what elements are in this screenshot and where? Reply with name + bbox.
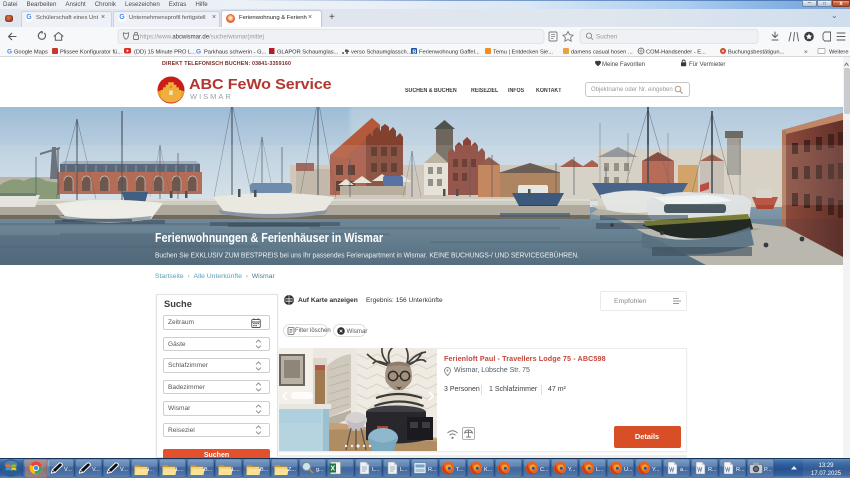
svg-text:GLAPOR Schaumglas...: GLAPOR Schaumglas... <box>277 50 339 56</box>
svg-text:Y...: Y... <box>568 467 576 473</box>
svg-text:g...: g... <box>316 467 324 473</box>
svg-text:C...: C... <box>540 467 549 473</box>
svg-text:Z...: Z... <box>288 467 296 473</box>
svg-text:R...: R... <box>736 467 745 473</box>
svg-text:(DD) 15 Minute PRO L...: (DD) 15 Minute PRO L... <box>134 50 196 56</box>
svg-text:T...: T... <box>456 467 464 473</box>
svg-text:Ferienwohnungen & Ferienhäuser: Ferienwohnungen & Ferienhäuser in Wismar <box>155 230 383 245</box>
svg-text:L...: L... <box>400 467 408 473</box>
svg-text:Für Vermieter: Für Vermieter <box>689 62 725 68</box>
svg-text:V...: V... <box>120 467 128 473</box>
svg-text:G: G <box>7 49 12 56</box>
svg-text:a...: a... <box>680 467 688 473</box>
svg-text:Meine Favoriten: Meine Favoriten <box>602 62 645 68</box>
svg-text:L...: L... <box>372 467 380 473</box>
svg-text:Buchen Sie EXKLUSIV ZUM BESTPR: Buchen Sie EXKLUSIV ZUM BESTPREIS bei un… <box>155 252 579 260</box>
svg-text:B...: B... <box>260 467 269 473</box>
svg-text:damens casual hosen ...: damens casual hosen ... <box>571 50 633 56</box>
svg-text:V...: V... <box>64 467 72 473</box>
svg-text:Suchen: Suchen <box>596 34 618 41</box>
svg-text:Weitere Lesezeichen: Weitere Lesezeichen <box>829 50 850 56</box>
svg-text:I...: I... <box>148 467 155 473</box>
svg-text:L...: L... <box>176 467 184 473</box>
svg-text:L...: L... <box>596 467 604 473</box>
svg-text:Y...: Y... <box>652 467 660 473</box>
svg-text:13:29: 13:29 <box>818 463 834 469</box>
svg-text:Ferienwohnung Gaffel...: Ferienwohnung Gaffel... <box>419 50 480 56</box>
svg-text:Buchungsbestätigun...: Buchungsbestätigun... <box>728 50 785 56</box>
svg-text:B: B <box>412 49 416 55</box>
svg-text:Temu | Entdecken Sie...: Temu | Entdecken Sie... <box>493 50 553 56</box>
svg-text:Google Maps: Google Maps <box>14 50 48 56</box>
svg-text:https://www.abcwismar.de/suche: https://www.abcwismar.de/suche/wismar(mi… <box>140 35 264 41</box>
svg-text:K...: K... <box>484 467 493 473</box>
svg-text:R...: R... <box>428 467 437 473</box>
svg-text:P...: P... <box>764 467 772 473</box>
svg-text:17.07.2025: 17.07.2025 <box>811 471 842 477</box>
svg-text:Parkhaus schwerin - G...: Parkhaus schwerin - G... <box>204 50 267 56</box>
svg-text:V...: V... <box>92 467 100 473</box>
svg-text:R...: R... <box>708 467 717 473</box>
svg-text:COM-Handsender - E...: COM-Handsender - E... <box>646 50 706 56</box>
svg-text:verso Schaumglassch...: verso Schaumglassch... <box>351 50 412 56</box>
svg-text:U...: U... <box>624 467 633 473</box>
svg-text:G: G <box>196 49 201 56</box>
svg-text:L...: L... <box>232 467 240 473</box>
svg-text:B...: B... <box>204 467 213 473</box>
svg-text:Plissee Konfigurator fü...: Plissee Konfigurator fü... <box>60 50 122 56</box>
svg-text:»: » <box>804 49 808 56</box>
